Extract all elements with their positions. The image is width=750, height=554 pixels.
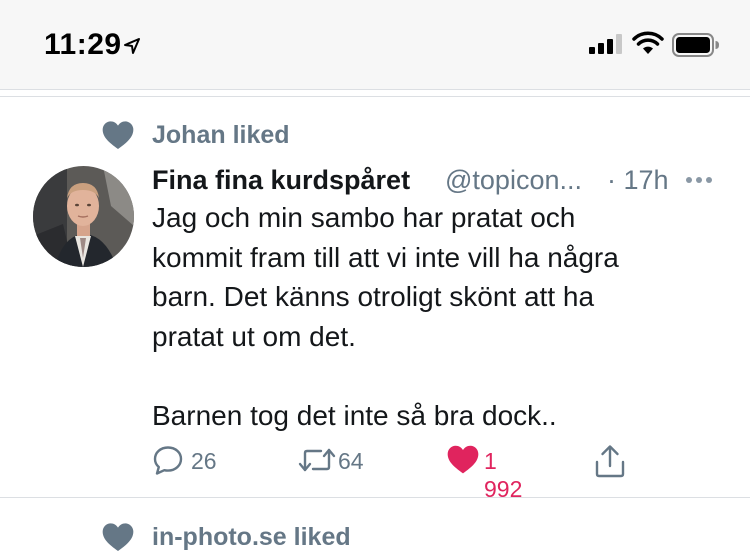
status-bar: 11:29 (0, 0, 750, 90)
tweet-timestamp[interactable]: · 17h (607, 162, 669, 198)
tweet-text-line: Jag och min sambo har pratat och (152, 202, 576, 233)
battery-icon (672, 33, 719, 57)
tweet-text-line: pratat ut om det. (152, 320, 356, 352)
tweet-header: Fina fina kurdspåret @topicon... · 17h (152, 162, 742, 198)
retweet-icon (298, 448, 336, 472)
tweet-text: Jag och min sambo har pratat och kommit … (152, 198, 712, 435)
social-context-label: Johan liked (152, 121, 290, 149)
tweet-text-line: Barnen tog det inte så bra dock.. (152, 399, 557, 431)
status-bar-divider (0, 89, 750, 90)
cellular-signal-icon (589, 34, 622, 54)
retweet-button[interactable]: 64 (297, 444, 364, 478)
tweet-divider (0, 497, 750, 498)
share-button[interactable] (594, 444, 626, 478)
avatar-photo (33, 166, 134, 267)
like-count: 1 992 (484, 448, 523, 502)
tweet-text-line: barn. Det känns otroligt skönt att ha (152, 281, 595, 312)
heart-filled-icon (447, 445, 479, 474)
avatar[interactable] (33, 166, 134, 267)
status-time: 11:29 (44, 28, 122, 61)
social-context-label: in-photo.se liked (152, 523, 351, 551)
author-handle[interactable]: @topicon... (445, 162, 582, 198)
more-options-icon[interactable] (685, 176, 713, 184)
reply-count: 26 (191, 448, 217, 474)
location-arrow-icon (124, 38, 140, 54)
heart-icon (102, 121, 134, 149)
tweet-text-line: kommit fram till att vi inte vill ha någ… (152, 241, 619, 273)
wifi-icon (632, 31, 664, 54)
timeline-divider (0, 96, 750, 97)
share-icon (595, 445, 625, 478)
reply-button[interactable]: 26 (152, 444, 217, 478)
author-name[interactable]: Fina fina kurdspåret (152, 162, 410, 198)
retweet-count: 64 (338, 448, 364, 474)
paragraph-break (152, 356, 712, 396)
reply-icon (153, 446, 183, 475)
heart-icon (102, 523, 134, 551)
like-button[interactable]: 1 992 (447, 444, 522, 502)
